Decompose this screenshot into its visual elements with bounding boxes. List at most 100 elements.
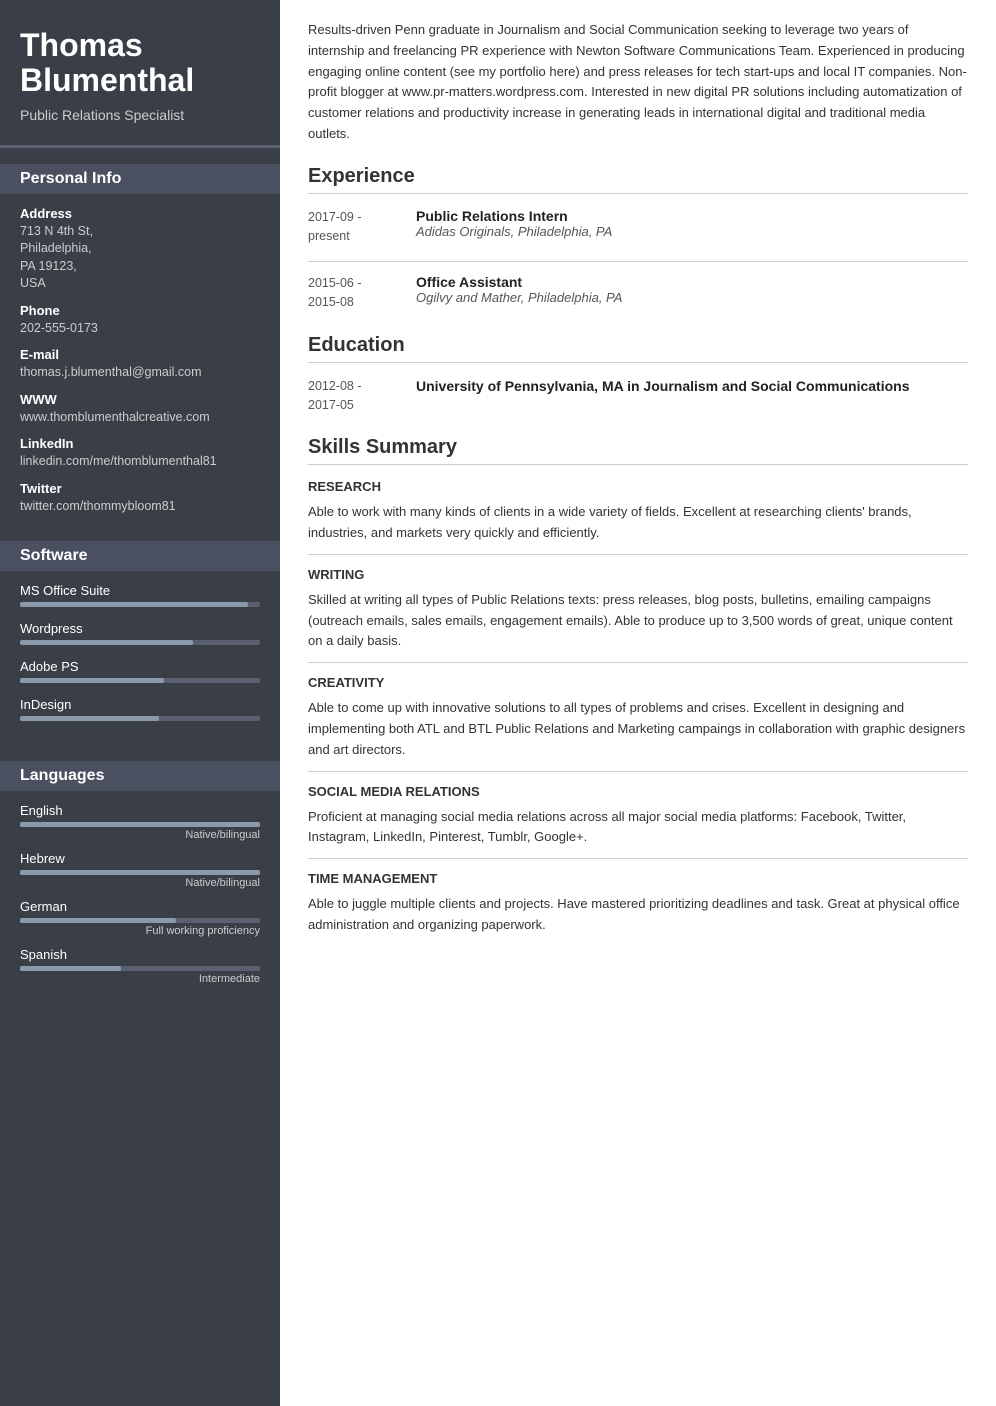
sidebar-header: Thomas Blumenthal Public Relations Speci… — [0, 0, 280, 148]
skills-heading: Skills Summary — [308, 436, 968, 465]
skill-divider — [308, 554, 968, 555]
skill-item: RESEARCH Able to work with many kinds of… — [308, 479, 968, 544]
skill-description: Proficient at managing social media rela… — [308, 807, 968, 849]
language-bar-track — [20, 966, 260, 971]
experience-date: 2015-06 -2015-08 — [308, 274, 398, 312]
skill-item: WRITING Skilled at writing all types of … — [308, 567, 968, 652]
language-item: Hebrew Native/bilingual — [20, 851, 260, 889]
summary-text: Results-driven Penn graduate in Journali… — [308, 20, 968, 145]
software-bar-track — [20, 678, 260, 683]
sidebar: Thomas Blumenthal Public Relations Speci… — [0, 0, 280, 1406]
skill-item: SOCIAL MEDIA RELATIONS Proficient at man… — [308, 784, 968, 849]
experience-list: 2017-09 -present Public Relations Intern… — [308, 208, 968, 312]
skill-category: RESEARCH — [308, 479, 968, 494]
software-name: Adobe PS — [20, 659, 260, 674]
language-item: German Full working proficiency — [20, 899, 260, 937]
language-bar-fill — [20, 918, 176, 923]
language-item: Spanish Intermediate — [20, 947, 260, 985]
experience-detail: Public Relations Intern Adidas Originals… — [416, 208, 612, 246]
company-name: Ogilvy and Mather, Philadelphia, PA — [416, 290, 622, 305]
language-name: Spanish — [20, 947, 260, 962]
skill-category: WRITING — [308, 567, 968, 582]
language-bar-track — [20, 918, 260, 923]
phone-value: 202-555-0173 — [20, 320, 260, 338]
skill-category: TIME MANAGEMENT — [308, 871, 968, 886]
software-bar-track — [20, 716, 260, 721]
company-name: Adidas Originals, Philadelphia, PA — [416, 224, 612, 239]
skill-category: SOCIAL MEDIA RELATIONS — [308, 784, 968, 799]
personal-info-section: Personal Info Address 713 N 4th St,Phila… — [0, 148, 280, 526]
email-label: E-mail — [20, 347, 260, 362]
software-item: Wordpress — [20, 621, 260, 645]
software-bar-fill — [20, 678, 164, 683]
languages-list: English Native/bilingual Hebrew Native/b… — [20, 803, 260, 985]
experience-row: 2015-06 -2015-08 Office Assistant Ogilvy… — [308, 274, 968, 312]
language-bar-fill — [20, 870, 260, 875]
software-bar-fill — [20, 716, 159, 721]
languages-section: Languages English Native/bilingual Hebre… — [0, 745, 280, 1005]
skill-divider — [308, 662, 968, 663]
language-level: Native/bilingual — [20, 829, 260, 841]
skill-item: TIME MANAGEMENT Able to juggle multiple … — [308, 871, 968, 936]
main-content: Results-driven Penn graduate in Journali… — [280, 0, 996, 1406]
software-section: Software MS Office Suite Wordpress Adobe… — [0, 525, 280, 745]
skill-description: Able to juggle multiple clients and proj… — [308, 894, 968, 936]
software-heading: Software — [0, 541, 280, 571]
www-label: WWW — [20, 392, 260, 407]
email-value: thomas.j.blumenthal@gmail.com — [20, 364, 260, 382]
www-value: www.thomblumenthalcreative.com — [20, 409, 260, 427]
language-name: Hebrew — [20, 851, 260, 866]
skill-description: Skilled at writing all types of Public R… — [308, 590, 968, 652]
language-level: Full working proficiency — [20, 925, 260, 937]
experience-row: 2017-09 -present Public Relations Intern… — [308, 208, 968, 246]
software-item: Adobe PS — [20, 659, 260, 683]
candidate-name: Thomas Blumenthal — [20, 28, 260, 98]
education-heading: Education — [308, 334, 968, 363]
language-bar-track — [20, 870, 260, 875]
job-title: Office Assistant — [416, 274, 622, 290]
job-title: Public Relations Intern — [416, 208, 612, 224]
experience-detail: Office Assistant Ogilvy and Mather, Phil… — [416, 274, 622, 312]
skill-item: CREATIVITY Able to come up with innovati… — [308, 675, 968, 760]
experience-section: Experience 2017-09 -present Public Relat… — [308, 165, 968, 312]
language-name: English — [20, 803, 260, 818]
skills-list: RESEARCH Able to work with many kinds of… — [308, 479, 968, 936]
software-bar-track — [20, 640, 260, 645]
software-bar-fill — [20, 640, 193, 645]
experience-heading: Experience — [308, 165, 968, 194]
software-name: MS Office Suite — [20, 583, 260, 598]
experience-divider — [308, 261, 968, 262]
experience-date: 2017-09 -present — [308, 208, 398, 246]
language-bar-fill — [20, 966, 121, 971]
twitter-label: Twitter — [20, 481, 260, 496]
linkedin-label: LinkedIn — [20, 436, 260, 451]
personal-info-heading: Personal Info — [0, 164, 280, 194]
software-bar-fill — [20, 602, 248, 607]
education-row: 2012-08 -2017-05 University of Pennsylva… — [308, 377, 968, 415]
education-list: 2012-08 -2017-05 University of Pennsylva… — [308, 377, 968, 415]
skill-description: Able to work with many kinds of clients … — [308, 502, 968, 544]
candidate-title: Public Relations Specialist — [20, 106, 260, 124]
skill-divider — [308, 858, 968, 859]
software-name: Wordpress — [20, 621, 260, 636]
language-level: Native/bilingual — [20, 877, 260, 889]
skill-description: Able to come up with innovative solution… — [308, 698, 968, 760]
twitter-value: twitter.com/thommybloom81 — [20, 498, 260, 516]
language-item: English Native/bilingual — [20, 803, 260, 841]
address-value: 713 N 4th St,Philadelphia,PA 19123,USA — [20, 223, 260, 293]
address-label: Address — [20, 206, 260, 221]
phone-label: Phone — [20, 303, 260, 318]
software-list: MS Office Suite Wordpress Adobe PS InDes… — [20, 583, 260, 721]
language-bar-track — [20, 822, 260, 827]
software-item: InDesign — [20, 697, 260, 721]
language-level: Intermediate — [20, 973, 260, 985]
skill-divider — [308, 771, 968, 772]
education-section: Education 2012-08 -2017-05 University of… — [308, 334, 968, 415]
language-name: German — [20, 899, 260, 914]
languages-heading: Languages — [0, 761, 280, 791]
education-name: University of Pennsylvania, MA in Journa… — [416, 377, 910, 415]
software-name: InDesign — [20, 697, 260, 712]
education-date: 2012-08 -2017-05 — [308, 377, 398, 415]
language-bar-fill — [20, 822, 260, 827]
linkedin-value: linkedin.com/me/thomblumenthal81 — [20, 453, 260, 471]
